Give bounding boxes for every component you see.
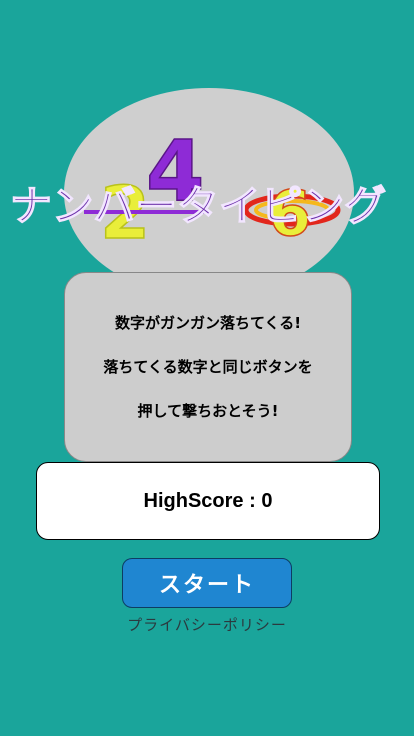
description-text: 数字がガンガン落ちてくる! 落ちてくる数字と同じボタンを 押して撃ちおとそう!	[103, 290, 312, 444]
logo-title: ナンバータイピング	[10, 182, 386, 230]
highscore-panel: HighScore : 0	[36, 462, 380, 540]
description-card: 数字がガンガン落ちてくる! 落ちてくる数字と同じボタンを 押して撃ちおとそう!	[64, 272, 352, 462]
logo-graphic: 2 4 6 ナンバータイピング	[9, 121, 386, 256]
game-logo: 2 4 6 ナンバータイピング	[0, 60, 414, 298]
start-button[interactable]: スタート	[122, 558, 292, 608]
description-line: 落ちてくる数字と同じボタンを	[103, 358, 313, 376]
description-line: 押して撃ちおとそう!	[137, 402, 279, 420]
description-line: 数字がガンガン落ちてくる!	[114, 314, 302, 332]
privacy-policy-link[interactable]: プライバシーポリシー	[0, 614, 414, 635]
highscore-label: HighScore : 0	[143, 489, 273, 512]
